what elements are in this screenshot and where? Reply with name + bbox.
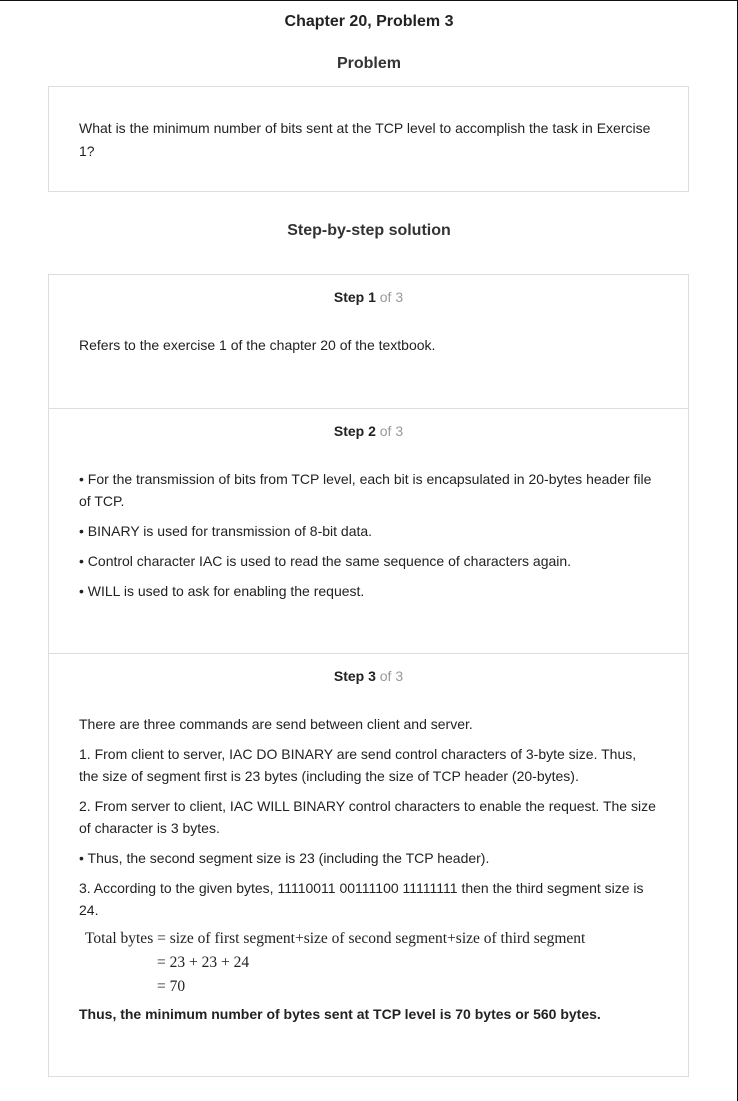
step-2-label: Step 2 bbox=[333, 423, 376, 439]
step-3-paragraph: There are three commands are send betwee… bbox=[79, 716, 473, 732]
step-3-paragraph: 1. From client to server, IAC DO BINARY … bbox=[79, 746, 637, 784]
step-2-paragraph: • BINARY is used for transmission of 8-b… bbox=[79, 523, 373, 539]
step-2-body: • For the transmission of bits from TCP … bbox=[79, 468, 658, 610]
step-3-paragraph: • Thus, the second segment size is 23 (i… bbox=[79, 850, 490, 866]
chapter-title: Chapter 20, Problem 3 bbox=[284, 13, 454, 30]
problem-box: What is the minimum number of bits sent … bbox=[48, 86, 689, 192]
step-2-header: Step 2 of 3 bbox=[49, 423, 688, 439]
step-1-body: Refers to the exercise 1 of the chapter … bbox=[79, 334, 658, 364]
step-3: Step 3 of 3 There are three commands are… bbox=[49, 654, 688, 1076]
math-equation: Total bytes = size of first segment+size… bbox=[85, 927, 658, 999]
solution-heading: Step-by-step solution bbox=[287, 222, 451, 239]
math-line: = 70 bbox=[157, 978, 186, 995]
problem-text: What is the minimum number of bits sent … bbox=[79, 120, 651, 159]
step-2-of: of 3 bbox=[379, 423, 404, 439]
steps-container: Step 1 of 3 Refers to the exercise 1 of … bbox=[48, 274, 689, 1077]
step-1-of: of 3 bbox=[379, 289, 404, 305]
step-3-paragraph: 2. From server to client, IAC WILL BINAR… bbox=[79, 798, 656, 836]
step-1: Step 1 of 3 Refers to the exercise 1 of … bbox=[49, 275, 688, 409]
math-line: Total bytes = size of first segment+size… bbox=[85, 930, 586, 947]
step-2-paragraph: • WILL is used to ask for enabling the r… bbox=[79, 583, 365, 599]
step-3-paragraph: 3. According to the given bytes, 1111001… bbox=[79, 880, 644, 918]
step-1-header: Step 1 of 3 bbox=[49, 289, 688, 305]
math-line: = 23 + 23 + 24 bbox=[157, 954, 250, 971]
step-3-of: of 3 bbox=[379, 668, 404, 684]
step-3-body: There are three commands are send betwee… bbox=[79, 713, 658, 1033]
step-2-paragraph: • For the transmission of bits from TCP … bbox=[79, 471, 652, 509]
step-1-label: Step 1 bbox=[333, 289, 376, 305]
step-3-header: Step 3 of 3 bbox=[49, 668, 688, 684]
step-2-paragraph: • Control character IAC is used to read … bbox=[79, 553, 572, 569]
problem-heading: Problem bbox=[336, 55, 401, 72]
step-2: Step 2 of 3 • For the transmission of bi… bbox=[49, 409, 688, 654]
step-1-paragraph: Refers to the exercise 1 of the chapter … bbox=[79, 337, 436, 353]
step-3-conclusion: Thus, the minimum number of bytes sent a… bbox=[79, 1006, 601, 1022]
step-3-label: Step 3 bbox=[333, 668, 376, 684]
